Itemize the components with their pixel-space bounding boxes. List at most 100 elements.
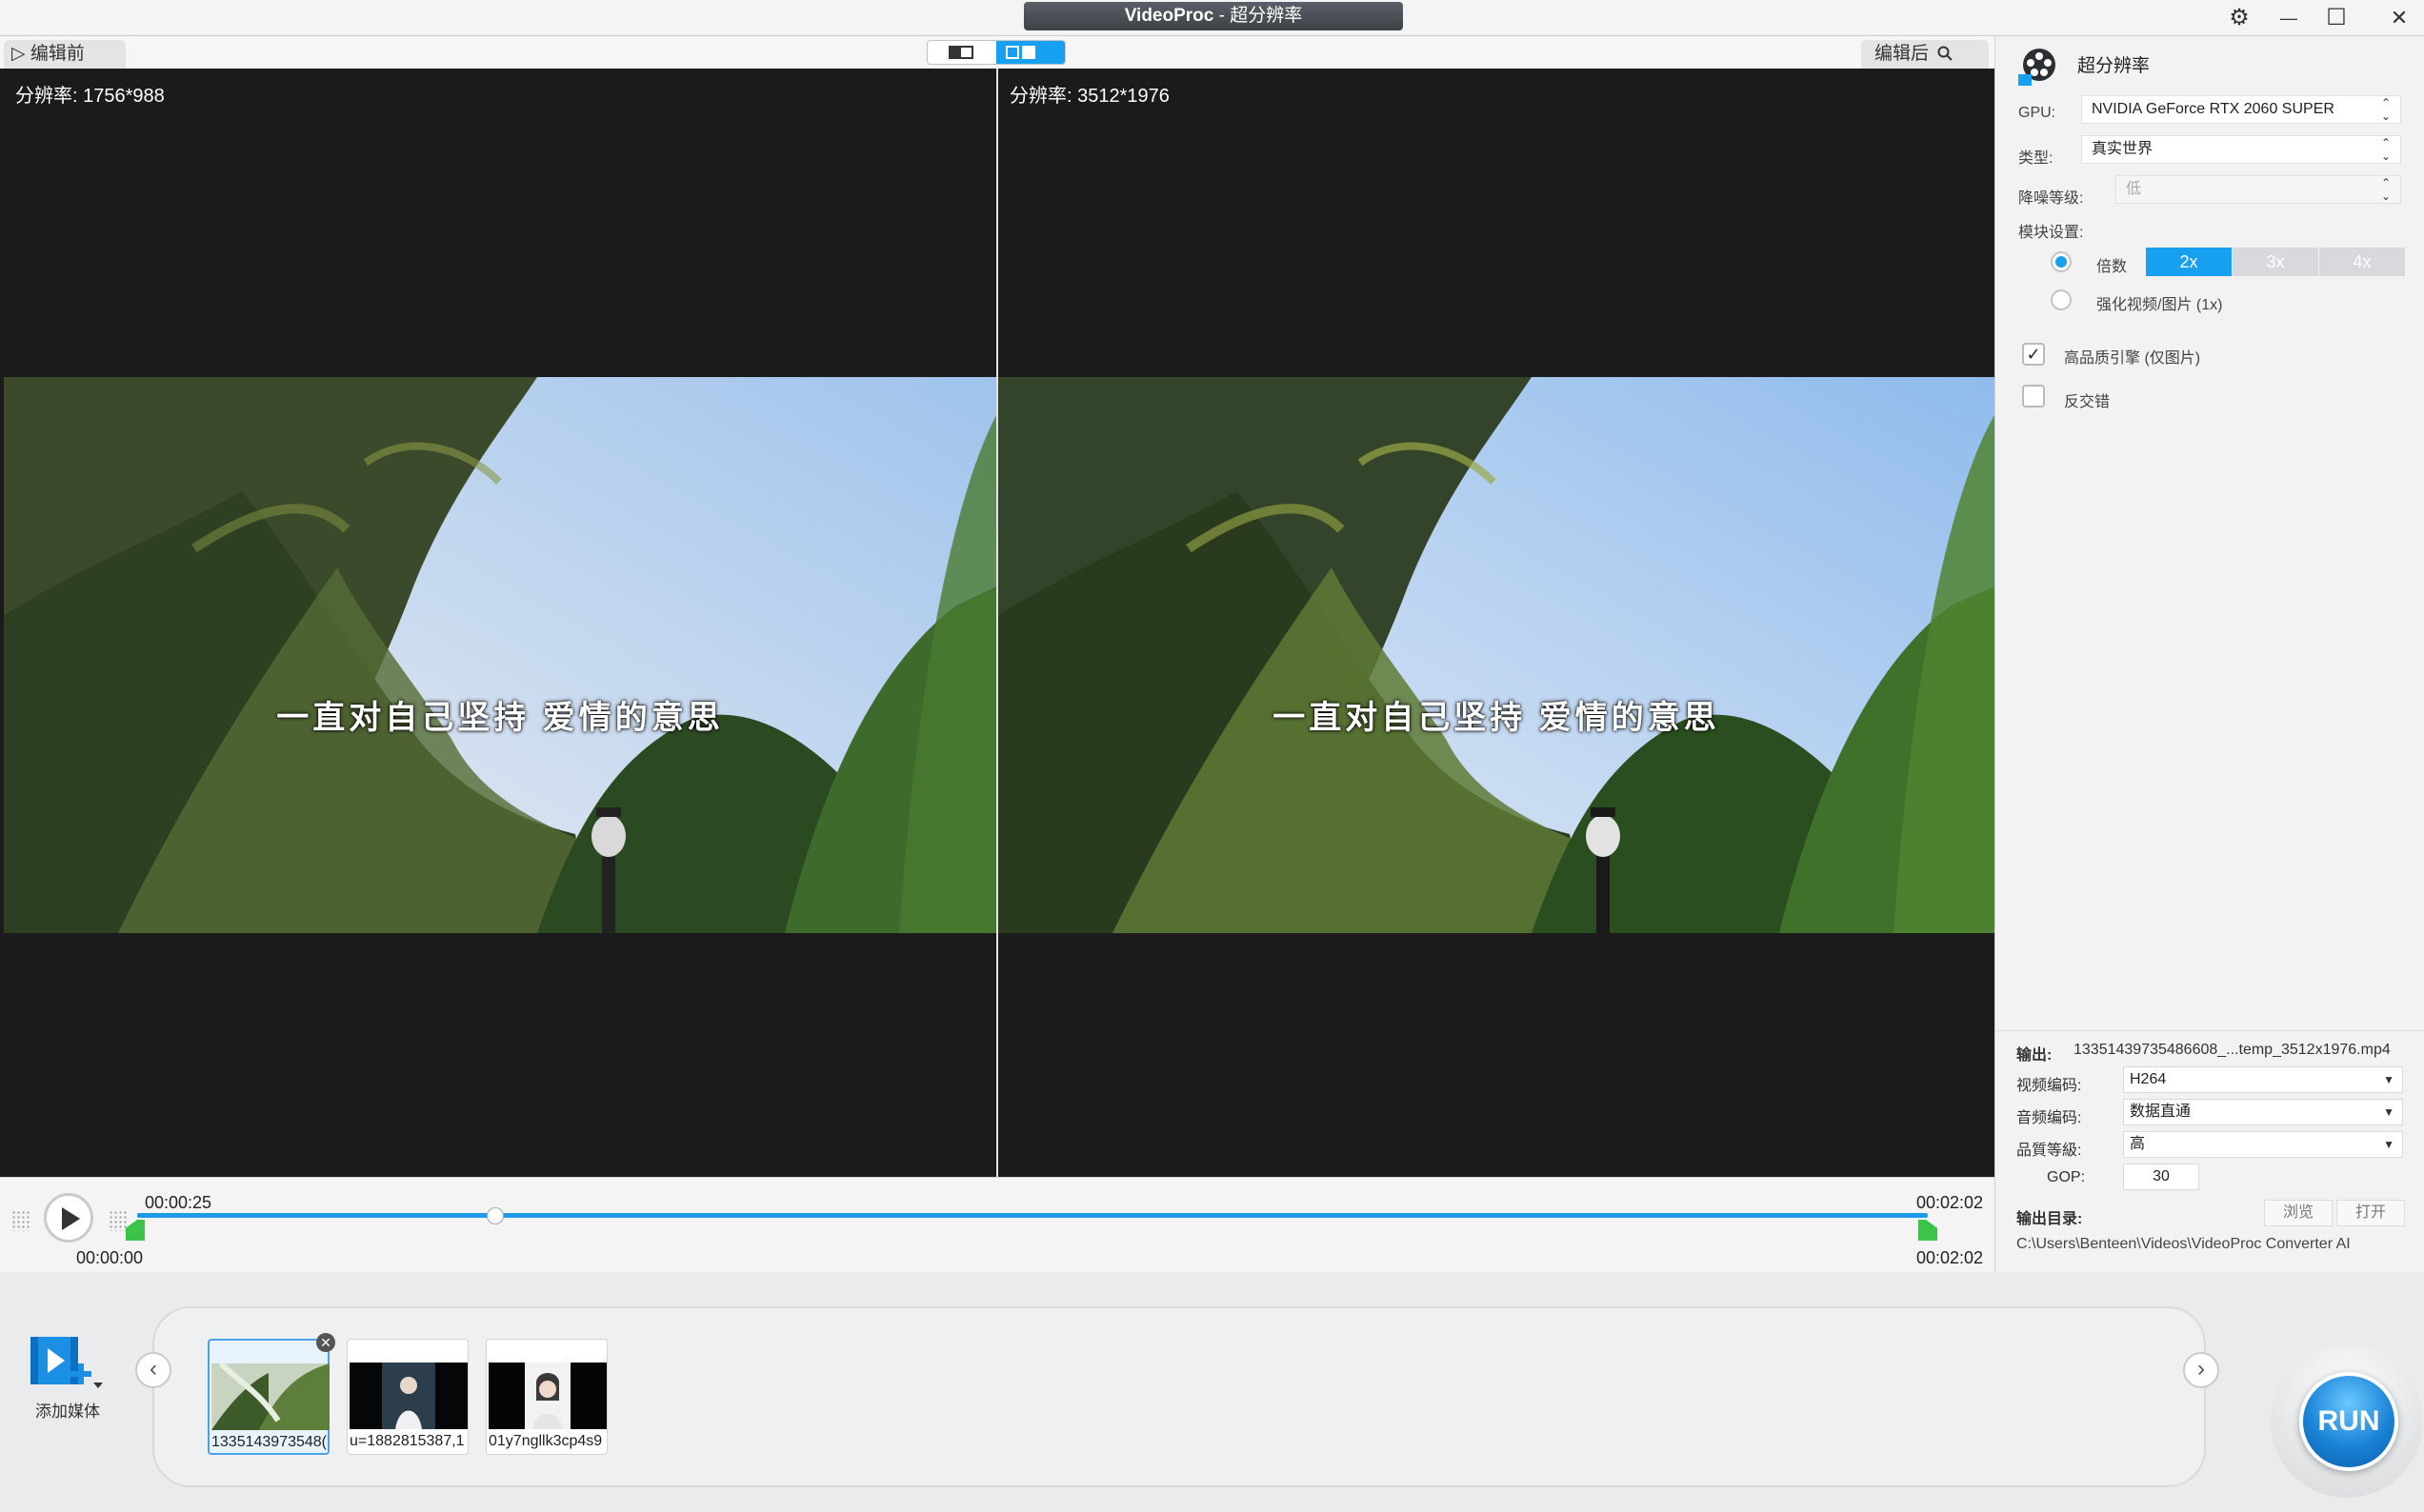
before-resolution: 分辨率: 1756*988: [15, 86, 165, 107]
tab-after-edit[interactable]: 编辑后: [1861, 40, 1989, 69]
single-view-icon: [949, 46, 973, 59]
output-filename: 13351439735486608_...temp_3512x1976.mp4: [2073, 1042, 2391, 1058]
play-button[interactable]: [44, 1193, 93, 1243]
add-media-button[interactable]: 添加媒体: [27, 1331, 109, 1421]
scale-4x-button[interactable]: 4x: [2319, 248, 2405, 276]
before-video-frame: 一直对自己坚持 爱情的意思: [4, 377, 996, 933]
media-thumbnail: [489, 1363, 607, 1429]
video-codec-select[interactable]: H264 ▼: [2123, 1066, 2403, 1093]
next-media-button[interactable]: ›: [2183, 1352, 2219, 1388]
before-subtitle: 一直对自己坚持 爱情的意思: [276, 700, 724, 736]
split-view-right-icon: [1022, 46, 1035, 59]
window-title: VideoProc - 超分辨率: [1024, 2, 1403, 30]
play-icon: [62, 1207, 80, 1230]
remove-media-close-icon[interactable]: ✕: [316, 1333, 335, 1352]
title-separator: -: [1213, 6, 1231, 26]
zoom-search-icon[interactable]: [1937, 46, 1953, 61]
gpu-value: NVIDIA GeForce RTX 2060 SUPER: [2092, 101, 2334, 117]
before-preview-pane: 分辨率: 1756*988 一直对自己坚持 爱情的意思: [4, 69, 996, 1177]
start-time: 00:00:00: [76, 1248, 144, 1267]
app-name: VideoProc: [1124, 6, 1214, 26]
deinterlace-checkbox[interactable]: [2022, 385, 2045, 408]
split-view-button[interactable]: [996, 41, 1065, 64]
scale-label: 倍数: [2096, 259, 2128, 275]
super-resolution-film-reel-icon: [2018, 49, 2055, 86]
updown-arrows-icon: ⌃ ⌄: [2380, 176, 2391, 203]
media-item[interactable]: 01y7ngllk3cp4s9: [486, 1339, 608, 1455]
enhance-label: 强化视频/图片 (1x): [2096, 297, 2223, 313]
media-item[interactable]: u=1882815387,1: [347, 1339, 469, 1455]
media-item-label: 01y7ngllk3cp4s9: [489, 1433, 603, 1449]
close-button[interactable]: ✕: [2377, 4, 2421, 32]
denoise-label: 降噪等级:: [2018, 190, 2084, 207]
scale-3x-button[interactable]: 3x: [2233, 248, 2318, 276]
add-media-icon: [30, 1337, 103, 1388]
panel-divider: [1995, 1030, 2424, 1031]
gop-label: GOP:: [2047, 1169, 2086, 1185]
media-thumbnail: [211, 1363, 330, 1430]
prev-media-button[interactable]: ‹: [135, 1352, 171, 1388]
quality-select[interactable]: 高 ▼: [2123, 1131, 2403, 1158]
end-time-top: 00:02:02: [1916, 1193, 1984, 1212]
end-time-bottom: 00:02:02: [1916, 1248, 1984, 1267]
timeline-bar: 00:00:25 00:00:00 00:02:02 00:02:02: [0, 1177, 1994, 1272]
deinterlace-label: 反交错: [2064, 394, 2111, 410]
type-label: 类型:: [2018, 150, 2053, 167]
trim-start-handle[interactable]: [126, 1220, 145, 1241]
hq-engine-label: 高品质引擎 (仅图片): [2064, 350, 2201, 367]
media-item-label: 1335143973548(: [211, 1434, 328, 1450]
updown-arrows-icon: ⌃ ⌄: [2380, 136, 2391, 163]
output-dir-label: 输出目录:: [2016, 1211, 2083, 1227]
quality-value: 高: [2130, 1136, 2146, 1152]
gpu-label: GPU:: [2018, 105, 2056, 121]
audio-codec-label: 音频编码:: [2016, 1110, 2082, 1126]
output-label: 输出:: [2016, 1047, 2053, 1064]
preview-header: ▷ 编辑前 编辑后: [0, 36, 1994, 69]
type-select[interactable]: 真实世界 ⌃ ⌄: [2081, 135, 2401, 164]
denoise-select[interactable]: 低 ⌃ ⌄: [2115, 175, 2401, 204]
app-window: VideoProc - 超分辨率 ⚙ — ☐ ✕ ▷ 编辑前 编辑后 分辨率: …: [0, 0, 2424, 1512]
browse-button[interactable]: 浏览: [2264, 1200, 2333, 1226]
media-strip: 添加媒体 ‹ › 1335143973548( ✕ u=1882815387,1…: [0, 1274, 2424, 1512]
playhead-scrubber[interactable]: [487, 1207, 504, 1224]
gop-input[interactable]: 30: [2123, 1164, 2199, 1190]
after-subtitle: 一直对自己坚持 爱情的意思: [1272, 700, 1720, 736]
panel-title: 超分辨率: [2077, 56, 2151, 76]
caret-down-icon: ▼: [2383, 1138, 2394, 1151]
audio-codec-value: 数据直通: [2130, 1104, 2192, 1120]
video-codec-value: H264: [2130, 1071, 2167, 1087]
gpu-select[interactable]: NVIDIA GeForce RTX 2060 SUPER ⌃ ⌄: [2081, 95, 2401, 124]
tab-before-edit[interactable]: ▷ 编辑前: [4, 40, 126, 69]
minimize-button[interactable]: —: [2267, 4, 2311, 32]
enhance-radio[interactable]: [2051, 289, 2072, 310]
updown-arrows-icon: ⌃ ⌄: [2380, 96, 2391, 123]
run-button[interactable]: RUN: [2299, 1372, 2398, 1471]
media-thumbnail: [350, 1363, 468, 1429]
settings-panel: 超分辨率 GPU: NVIDIA GeForce RTX 2060 SUPER …: [1994, 36, 2424, 1272]
after-resolution: 分辨率: 3512*1976: [1010, 86, 1170, 107]
run-button-ring: RUN: [2271, 1345, 2423, 1498]
type-value: 真实世界: [2092, 141, 2154, 157]
media-item-label: u=1882815387,1: [350, 1433, 465, 1449]
scale-radio[interactable]: [2051, 251, 2072, 272]
split-view-left-icon: [1006, 46, 1019, 59]
caret-down-icon: ▼: [2383, 1073, 2394, 1086]
model-settings-label: 模块设置:: [2018, 225, 2084, 241]
timeline-right-grip[interactable]: [109, 1210, 128, 1231]
quality-label: 品質等級:: [2016, 1143, 2082, 1159]
trim-end-handle[interactable]: [1918, 1220, 1937, 1241]
open-button[interactable]: 打开: [2336, 1200, 2405, 1226]
denoise-value: 低: [2126, 181, 2142, 197]
hq-engine-checkbox[interactable]: ✓: [2022, 343, 2045, 366]
scale-2x-button[interactable]: 2x: [2146, 248, 2232, 276]
add-media-label: 添加媒体: [35, 1403, 100, 1421]
after-preview-pane: 分辨率: 3512*1976 一直对自己坚持 爱情的意思: [998, 69, 1994, 1177]
audio-codec-select[interactable]: 数据直通 ▼: [2123, 1099, 2403, 1125]
single-view-button[interactable]: [928, 41, 996, 64]
timeline-left-grip[interactable]: [11, 1210, 30, 1231]
settings-gear-icon[interactable]: ⚙: [2217, 4, 2261, 32]
media-item[interactable]: 1335143973548( ✕: [208, 1333, 335, 1455]
module-name: 超分辨率: [1230, 6, 1303, 26]
timeline-track[interactable]: [137, 1213, 1928, 1218]
maximize-button[interactable]: ☐: [2314, 4, 2358, 32]
